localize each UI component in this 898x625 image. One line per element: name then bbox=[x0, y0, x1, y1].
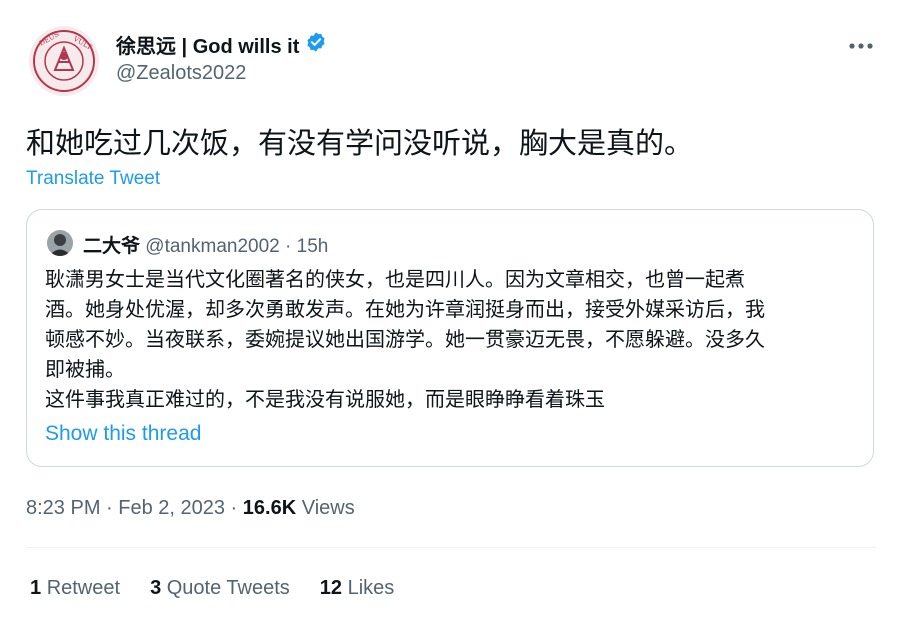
author-handle[interactable]: @Zealots2022 bbox=[116, 62, 246, 85]
quoted-author-avatar bbox=[47, 230, 73, 256]
quote-tweets-stat[interactable]: 3 Quote Tweets bbox=[150, 577, 290, 600]
translate-tweet-link[interactable]: Translate Tweet bbox=[26, 168, 160, 190]
quoted-separator: · bbox=[279, 236, 297, 257]
quoted-text-line: 即被捕。 bbox=[45, 359, 125, 381]
engagement-stats: 1 Retweet 3 Quote Tweets 12 Likes bbox=[30, 577, 394, 600]
quoted-text-line: 顿感不妙。当夜联系，委婉提议她出国游学。她一贯豪迈无畏，不愿躲避。没多久 bbox=[45, 329, 765, 351]
divider bbox=[26, 547, 876, 548]
author-avatar[interactable]: DEUS VULT bbox=[29, 26, 99, 96]
likes-count: 12 bbox=[319, 577, 343, 599]
quoted-author-handle: @tankman2002 bbox=[145, 236, 280, 257]
tweet-timestamp[interactable]: 8:23 PM · Feb 2, 2023 · 16.6K Views bbox=[26, 497, 355, 520]
tweet-text: 和她吃过几次饭，有没有学问没听说，胸大是真的。 bbox=[26, 128, 694, 160]
more-options-icon[interactable] bbox=[848, 30, 874, 56]
quoted-tweet-body: 耿潇男女士是当代文化圈著名的侠女，也是四川人。因为文章相交，也曾一起煮 酒。她身… bbox=[45, 265, 865, 415]
quote-tweets-label: Quote Tweets bbox=[166, 577, 290, 599]
quoted-text-line: 酒。她身处优渥，却多次勇敢发声。在她为许章润挺身而出，接受外媒采访后，我 bbox=[45, 299, 765, 321]
likes-label: Likes bbox=[347, 577, 395, 599]
author-display-name[interactable]: 徐思远 | God wills it bbox=[116, 30, 327, 59]
verified-badge-icon bbox=[305, 31, 327, 59]
quoted-tweet-age: 15h bbox=[296, 236, 329, 257]
seal-avatar-image: DEUS VULT bbox=[29, 26, 99, 96]
quote-tweets-count: 3 bbox=[150, 577, 162, 599]
timestamp-text: 8:23 PM · Feb 2, 2023 · bbox=[26, 497, 243, 519]
quoted-tweet-header: 二大爷 @tankman2002 · 15h bbox=[83, 231, 328, 258]
quoted-text-line: 耿潇男女士是当代文化圈著名的侠女，也是四川人。因为文章相交，也曾一起煮 bbox=[45, 269, 745, 291]
retweets-count: 1 bbox=[30, 577, 42, 599]
views-label: Views bbox=[296, 497, 355, 519]
quoted-author-name: 二大爷 bbox=[83, 236, 141, 257]
views-count: 16.6K bbox=[242, 497, 297, 519]
retweets-label: Retweet bbox=[46, 577, 121, 599]
author-name-text: 徐思远 | God wills it bbox=[116, 36, 300, 58]
quoted-text-line: 这件事我真正难过的，不是我没有说服她，而是眼睁睁看着珠玉 bbox=[45, 389, 605, 411]
show-thread-link[interactable]: Show this thread bbox=[45, 422, 201, 446]
likes-stat[interactable]: 12 Likes bbox=[320, 577, 395, 600]
retweets-stat[interactable]: 1 Retweet bbox=[30, 577, 120, 600]
quoted-tweet-card[interactable]: 二大爷 @tankman2002 · 15h 耿潇男女士是当代文化圈著名的侠女，… bbox=[26, 209, 874, 467]
